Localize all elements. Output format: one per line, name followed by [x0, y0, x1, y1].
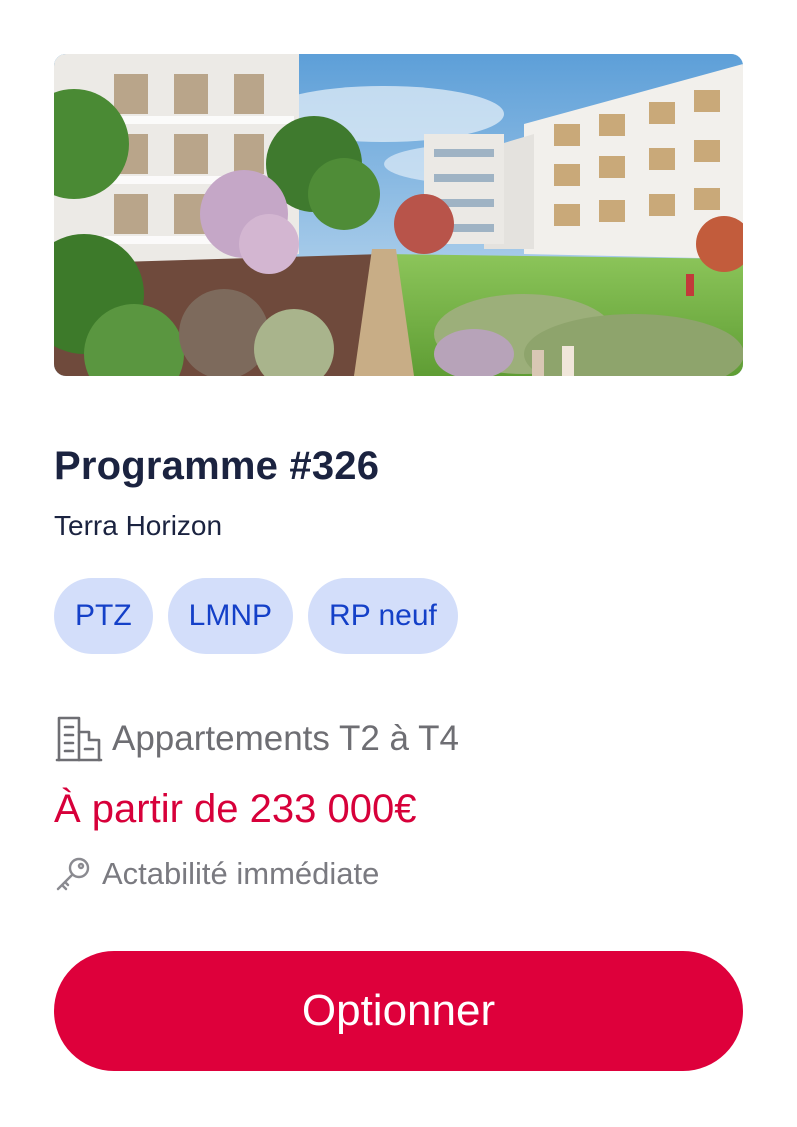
tag-list: PTZ LMNP RP neuf [54, 578, 458, 654]
price-text: À partir de 233 000€ [54, 787, 417, 831]
program-name: Terra Horizon [54, 510, 223, 541]
tag-rp-neuf: RP neuf [308, 578, 458, 654]
key-icon [54, 855, 92, 893]
program-title: Programme #326 [54, 444, 380, 488]
tag-lmnp: LMNP [167, 578, 294, 654]
apartment-type-row: Appartements T2 à T4 [54, 712, 459, 766]
availability-text: Actabilité immédiate [102, 856, 380, 891]
availability-row: Actabilité immédiate [54, 852, 379, 896]
optionner-button[interactable]: Optionner [54, 951, 743, 1071]
building-icon [54, 714, 104, 764]
apartment-type-text: Appartements T2 à T4 [112, 719, 459, 758]
program-image [54, 54, 743, 376]
tag-ptz: PTZ [54, 578, 153, 654]
program-card: Programme #326 Terra Horizon PTZ LMNP RP… [0, 0, 797, 1127]
